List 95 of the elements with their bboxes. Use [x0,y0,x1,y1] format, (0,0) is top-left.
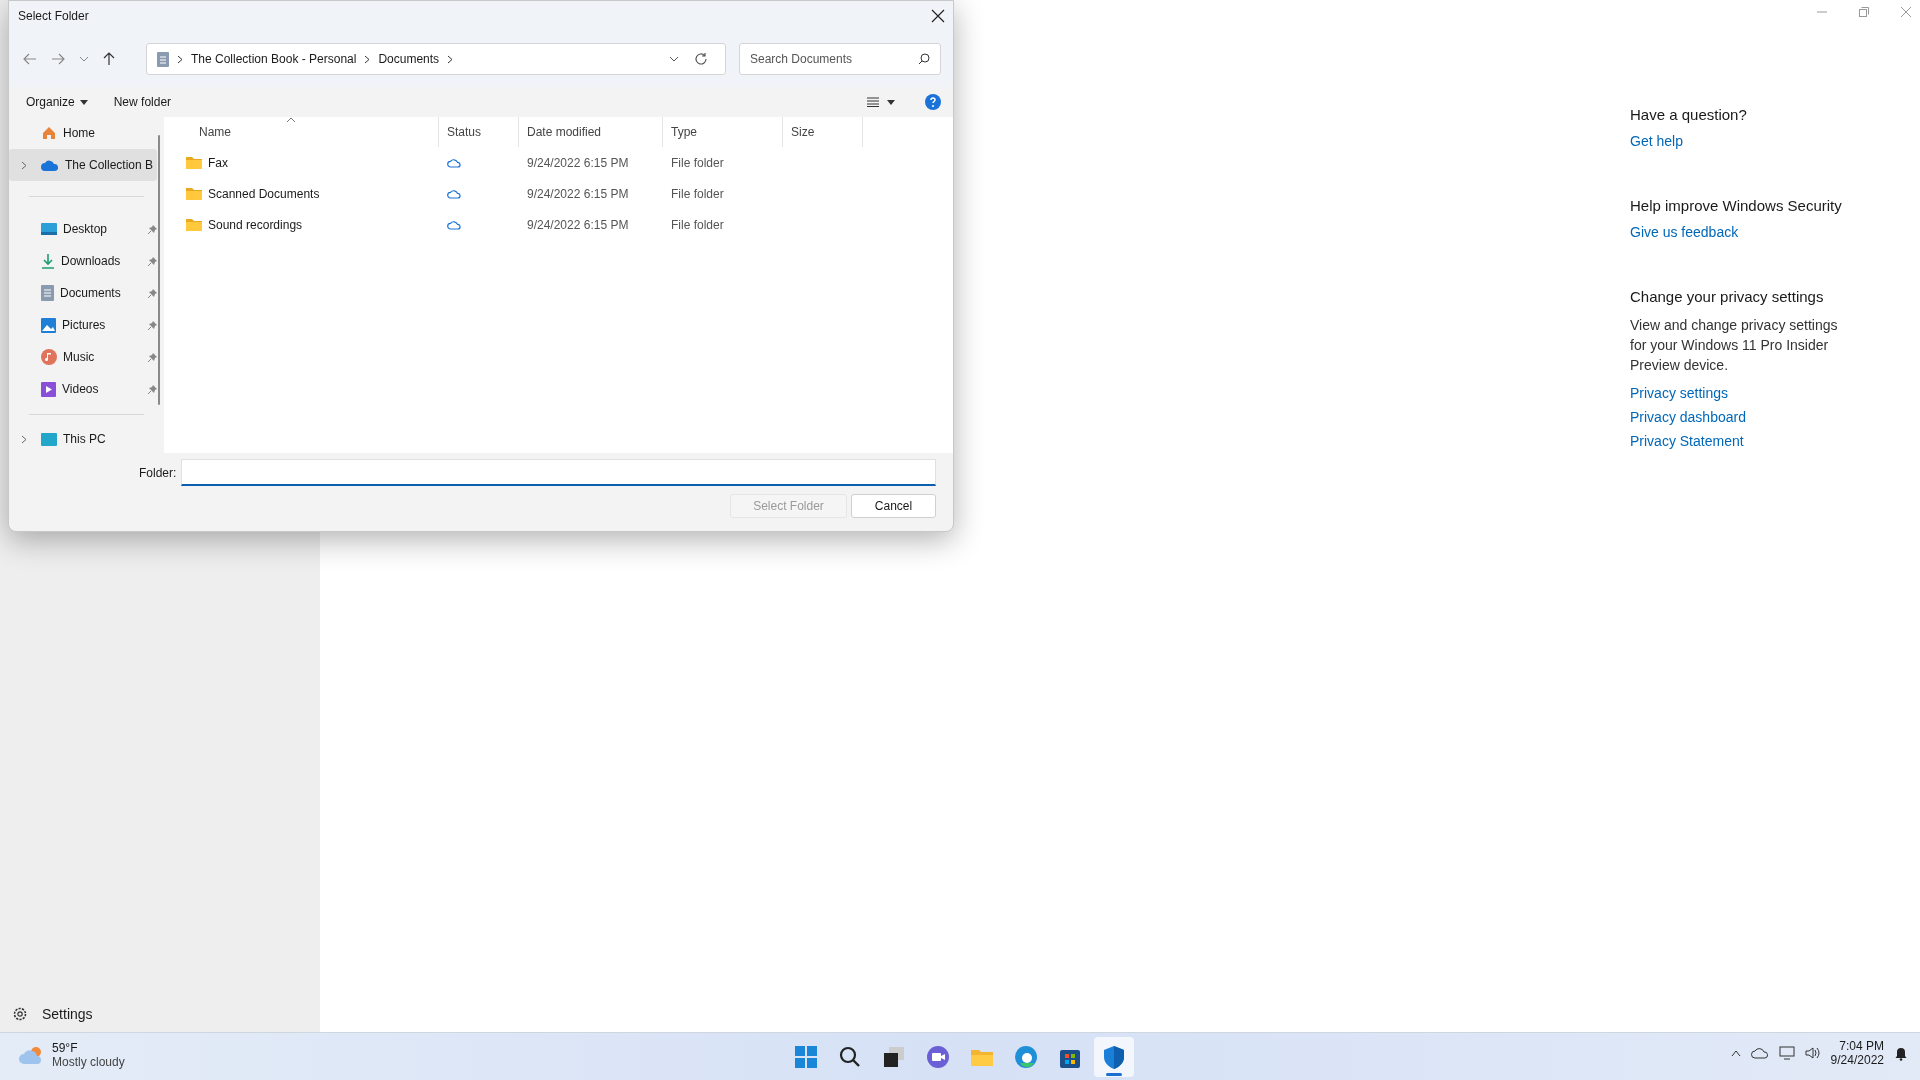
settings-link[interactable]: Settings [42,1006,93,1022]
browser-icon [1015,1045,1037,1068]
folder-icon [186,187,202,200]
folder-input-field[interactable] [181,459,936,486]
file-type: File folder [671,217,724,232]
home-icon [41,125,57,141]
bell-icon[interactable] [1894,1045,1908,1061]
monitor-icon [41,222,57,236]
section-heading: Have a question? [1630,106,1748,123]
store-icon [1060,1049,1080,1068]
file-type: File folder [671,155,724,170]
date-modified: 9/24/2022 6:15 PM [527,217,629,232]
taskbar-app-button[interactable] [1094,1036,1134,1077]
column-header[interactable]: Date modified [519,117,663,147]
settings-icon[interactable] [12,1006,28,1022]
clock-date[interactable]: 9/24/2022 [1830,1053,1884,1067]
section-heading: Change your privacy settings [1630,288,1825,305]
folder-icon [186,156,202,169]
chevron-right-icon[interactable] [364,54,371,64]
nav-item[interactable]: This PC [9,423,164,453]
description-text: View and change privacy settings for your Windows 11 Pro Insider Preview device. [1630,316,1839,375]
chevron-down-icon[interactable] [669,55,679,63]
column-header[interactable]: Type [663,117,783,147]
nav-item[interactable]: Desktop [9,213,164,245]
breadcrumb-item[interactable]: The Collection Book - Personal [191,52,357,66]
help-link[interactable]: Privacy Statement [1630,433,1920,449]
clock-time[interactable]: 7:04 PM [1839,1039,1884,1053]
toolbar-button[interactable]: Organize [26,95,88,109]
nav-item[interactable]: Pictures [9,309,164,341]
caret-down-icon [79,99,88,105]
chevron-up-icon[interactable] [1730,1049,1741,1057]
cloud-icon[interactable] [1750,1047,1769,1059]
windows-logo-icon [795,1045,817,1068]
task-view-icon [884,1046,904,1067]
file-type: File folder [671,186,724,201]
chevron-right-icon[interactable] [21,434,27,444]
section-heading: Help improve Windows Security [1630,197,1843,214]
address-bar[interactable]: The Collection Book - Personal Documents [146,43,726,75]
picture-icon [41,317,56,333]
document-icon [41,285,54,301]
monitor-icon [41,432,57,446]
search-icon [839,1046,860,1067]
chat-icon [927,1045,949,1068]
help-link[interactable]: Privacy dashboard [1630,409,1920,425]
dialog-button[interactable]: Cancel [851,494,936,518]
document-icon [157,51,169,67]
chevron-right-icon[interactable] [447,54,454,64]
column-header[interactable]: Status [439,117,519,147]
speaker-icon[interactable] [1804,1046,1821,1060]
chevron-right-icon[interactable] [21,160,27,170]
file-name[interactable]: Scanned Documents [208,186,320,201]
file-name[interactable]: Fax [208,155,228,170]
folder-icon [186,218,202,231]
close-icon[interactable] [931,9,945,23]
nav-item[interactable]: The Collection B [9,149,157,181]
cloud-icon [447,188,461,199]
video-icon [41,381,56,397]
chevron-down-icon[interactable] [79,55,89,63]
up-arrow-icon[interactable] [103,52,115,66]
column-header[interactable]: Size [783,117,863,147]
nav-item[interactable]: Videos [9,373,164,405]
view-options-icon[interactable] [867,97,895,107]
back-arrow-icon[interactable] [23,53,37,65]
date-modified: 9/24/2022 6:15 PM [527,186,629,201]
folder-icon [971,1049,993,1066]
help-link[interactable]: Give us feedback [1630,224,1920,240]
temperature-text: 59°F [52,1041,79,1055]
cloud-icon [447,157,461,168]
help-link[interactable]: Get help [1630,133,1920,149]
weather-condition: Mostly cloudy [52,1055,125,1069]
cloud-icon [447,219,461,230]
music-icon [41,349,57,365]
cloud-icon [41,159,59,171]
nav-item[interactable]: Downloads [9,245,164,277]
column-header[interactable]: Name [164,117,439,147]
help-icon[interactable] [925,94,941,110]
nav-item[interactable]: Documents [9,277,164,309]
search-icon [918,53,930,65]
dialog-title: Select Folder [18,9,89,23]
file-name[interactable]: Sound recordings [208,217,303,232]
nav-item[interactable]: Home [9,117,157,149]
toolbar-button[interactable]: New folder [113,95,172,109]
download-icon [41,253,55,269]
restore-icon[interactable] [1858,6,1870,18]
breadcrumb-item[interactable]: Documents [378,52,440,66]
search-field[interactable]: Search Documents [739,43,941,75]
shield-icon [1104,1045,1124,1069]
date-modified: 9/24/2022 6:15 PM [527,155,629,170]
chevron-right-icon [177,54,183,64]
monitor-icon[interactable] [1778,1046,1795,1060]
sort-caret-icon [287,117,295,122]
help-link[interactable]: Privacy settings [1630,385,1920,401]
nav-item[interactable]: Music [9,341,164,373]
forward-arrow-icon[interactable] [51,53,65,65]
field-label: Folder: [139,465,177,480]
